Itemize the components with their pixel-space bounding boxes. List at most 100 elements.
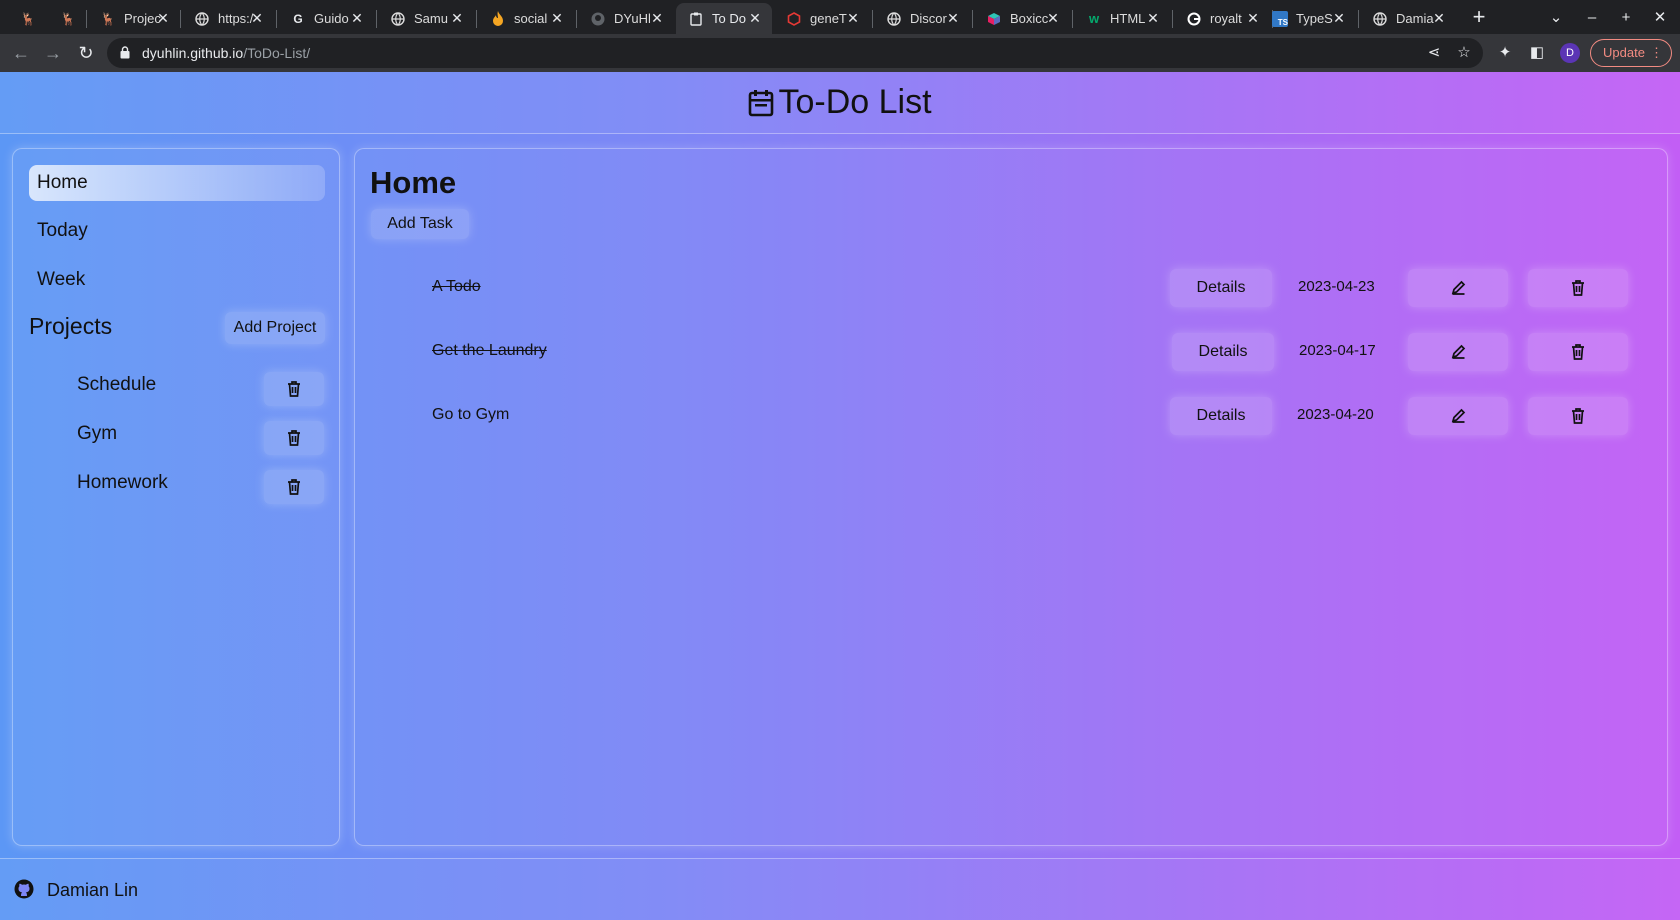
nav-home[interactable]: Home <box>29 165 325 201</box>
browser-toolbar: ← → ↻ dyuhlin.github.io/ToDo-List/ ⋖ ☆ ✦… <box>0 34 1680 72</box>
side-panel-icon[interactable]: ◧ <box>1527 43 1547 63</box>
trash-icon <box>1572 344 1584 360</box>
clipboard-icon <box>688 11 704 27</box>
tab-11[interactable]: Discor ✕ <box>874 3 970 34</box>
nav-week[interactable]: Week <box>29 262 325 298</box>
tab-14[interactable]: royalt ✕ <box>1174 3 1270 34</box>
new-tab-button[interactable]: + <box>1467 6 1491 30</box>
projects-heading: Projects <box>29 313 113 339</box>
tab-title: Damia <box>1396 11 1434 26</box>
project-item-homework[interactable]: Homework <box>77 472 168 494</box>
lock-icon <box>120 46 130 59</box>
details-button[interactable]: Details <box>1170 269 1272 307</box>
main-panel: Home Add Task A Todo Details 2023-04-23 … <box>354 148 1668 846</box>
window-close-icon[interactable]: ✕ <box>1648 6 1672 30</box>
close-icon[interactable]: ✕ <box>1044 9 1062 27</box>
tab-title: TypeS <box>1296 11 1333 26</box>
tab-16[interactable]: Damia ✕ <box>1360 3 1456 34</box>
back-icon[interactable]: ← <box>9 41 33 65</box>
footer-author[interactable]: Damian Lin <box>47 880 138 901</box>
close-icon[interactable]: ✕ <box>154 9 172 27</box>
close-icon[interactable]: ✕ <box>348 9 366 27</box>
minimize-icon[interactable]: – <box>1580 6 1604 30</box>
footer: Damian Lin <box>0 858 1680 920</box>
share-icon[interactable]: ⋖ <box>1425 44 1443 62</box>
add-project-button[interactable]: Add Project <box>225 312 325 344</box>
extensions-icon[interactable]: ✦ <box>1495 43 1515 63</box>
delete-project-button[interactable] <box>264 470 324 504</box>
project-item-gym[interactable]: Gym <box>77 423 117 445</box>
close-icon[interactable]: ✕ <box>1330 9 1348 27</box>
update-button[interactable]: Update ⋮ <box>1590 39 1672 67</box>
close-icon[interactable]: ✕ <box>648 9 666 27</box>
nav-today[interactable]: Today <box>29 213 325 249</box>
tab-2[interactable]: 🦌 <box>48 3 80 34</box>
close-icon[interactable]: ✕ <box>248 9 266 27</box>
address-bar[interactable]: dyuhlin.github.io/ToDo-List/ ⋖ ☆ <box>107 38 1483 68</box>
deer-icon: 🦌 <box>20 11 36 26</box>
tab-title: To Do <box>712 11 746 26</box>
profile-avatar[interactable]: D <box>1560 43 1580 63</box>
tab-title: Guido <box>314 11 349 26</box>
globe-icon <box>1372 11 1388 27</box>
edit-task-button[interactable] <box>1408 397 1508 435</box>
tab-13[interactable]: w HTML ✕ <box>1074 3 1170 34</box>
ts-icon: TS <box>1272 10 1288 27</box>
tab-7[interactable]: social ✕ <box>478 3 574 34</box>
tab-4[interactable]: https:/ ✕ <box>182 3 274 34</box>
task-date: 2023-04-23 <box>1298 278 1375 295</box>
task-title: Get the Laundry <box>432 342 547 359</box>
page-title: Home <box>370 165 457 200</box>
tab-title: royalt <box>1210 11 1242 26</box>
close-icon[interactable]: ✕ <box>844 9 862 27</box>
todo-page: To-Do List Home Today Week Projects Add … <box>0 72 1680 920</box>
close-icon[interactable]: ✕ <box>944 9 962 27</box>
edit-icon <box>1451 280 1465 295</box>
tab-1[interactable]: 🦌 <box>8 3 40 34</box>
delete-project-button[interactable] <box>264 421 324 455</box>
task-date: 2023-04-20 <box>1297 406 1374 423</box>
tab-5[interactable]: G Guido ✕ <box>278 3 374 34</box>
tab-title: social <box>514 11 548 26</box>
delete-task-button[interactable] <box>1528 397 1628 435</box>
add-task-button[interactable]: Add Task <box>371 209 469 239</box>
brand: To-Do List <box>748 83 932 122</box>
project-item-schedule[interactable]: Schedule <box>77 374 156 396</box>
w-icon: w <box>1088 11 1100 26</box>
trash-icon <box>288 479 300 495</box>
edit-icon <box>1451 344 1465 359</box>
tab-12[interactable]: Boxicc ✕ <box>974 3 1070 34</box>
github-icon[interactable] <box>14 879 34 899</box>
delete-task-button[interactable] <box>1528 333 1628 371</box>
maximize-icon[interactable]: + <box>1614 6 1638 30</box>
tab-title: DYuHl <box>614 11 651 26</box>
globe-icon <box>886 11 902 27</box>
star-icon[interactable]: ☆ <box>1455 44 1473 62</box>
tab-3[interactable]: 🦌 Projec ✕ <box>88 3 180 34</box>
tab-10[interactable]: geneT ✕ <box>774 3 870 34</box>
reload-icon[interactable]: ↻ <box>74 41 98 65</box>
deer-icon: 🦌 <box>60 11 76 26</box>
close-icon[interactable]: ✕ <box>1430 9 1448 27</box>
tab-search-icon[interactable]: ⌄ <box>1544 6 1568 30</box>
tab-6[interactable]: Samu ✕ <box>378 3 474 34</box>
tab-title: HTML <box>1110 11 1146 26</box>
close-icon[interactable]: ✕ <box>448 9 466 27</box>
delete-task-button[interactable] <box>1528 269 1628 307</box>
deer-icon: 🦌 <box>100 11 116 26</box>
cube-icon <box>986 11 1002 27</box>
edit-task-button[interactable] <box>1408 333 1508 371</box>
forward-icon[interactable]: → <box>41 41 65 65</box>
tab-15[interactable]: TS TypeS ✕ <box>1260 3 1356 34</box>
tab-8[interactable]: DYuHl ✕ <box>578 3 674 34</box>
close-icon[interactable]: ✕ <box>548 9 566 27</box>
details-button[interactable]: Details <box>1172 333 1274 371</box>
tab-strip: 🦌 🦌 🦌 Projec ✕ https:/ ✕ G Guido ✕ Samu … <box>0 0 1680 34</box>
details-button[interactable]: Details <box>1170 397 1272 435</box>
edit-task-button[interactable] <box>1408 269 1508 307</box>
globe-icon <box>390 11 406 27</box>
delete-project-button[interactable] <box>264 372 324 406</box>
close-icon[interactable]: ✕ <box>1144 9 1162 27</box>
tab-active-todo[interactable]: To Do ✕ <box>676 3 772 34</box>
close-icon[interactable]: ✕ <box>746 9 764 27</box>
